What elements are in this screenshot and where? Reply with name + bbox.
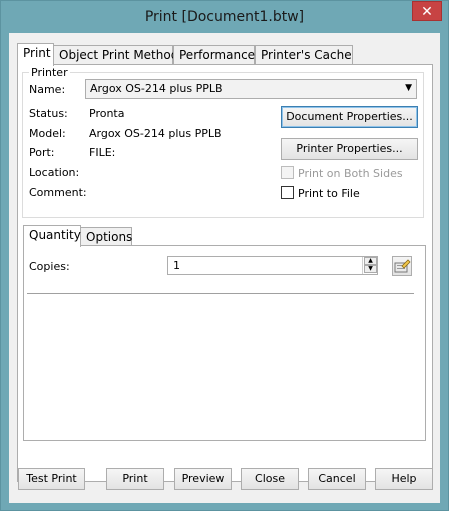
name-label: Name:: [29, 83, 66, 96]
print-both-sides-label: Print on Both Sides: [298, 167, 403, 180]
edit-icon: [394, 259, 411, 273]
status-value: Pronta: [89, 107, 125, 120]
print-button[interactable]: Print: [106, 468, 164, 490]
print-both-sides-checkbox[interactable]: [281, 166, 294, 179]
document-properties-button[interactable]: Document Properties...: [281, 106, 418, 128]
tab-quantity[interactable]: Quantity: [23, 225, 81, 247]
print-to-file-label: Print to File: [298, 187, 360, 200]
copies-input[interactable]: 1 ▲ ▼: [167, 256, 378, 275]
spin-down-icon[interactable]: ▼: [364, 265, 377, 273]
test-print-button[interactable]: Test Print: [18, 468, 85, 490]
printer-name-select[interactable]: Argox OS-214 plus PPLB ▼: [85, 79, 417, 99]
preview-button[interactable]: Preview: [174, 468, 232, 490]
tab-performance[interactable]: Performance: [173, 45, 255, 65]
tab-printers-cache[interactable]: Printer's Cache: [255, 45, 353, 65]
window-title: Print [Document1.btw]: [144, 9, 305, 25]
printer-group-label: Printer: [29, 66, 70, 79]
status-label: Status:: [29, 107, 68, 120]
copies-label: Copies:: [29, 260, 70, 273]
tab-options[interactable]: Options: [80, 227, 132, 246]
print-tab-panel: Printer Name: Argox OS-214 plus PPLB ▼ S…: [17, 64, 433, 482]
comment-label: Comment:: [29, 186, 87, 199]
model-label: Model:: [29, 127, 66, 140]
tab-object-print-method[interactable]: Object Print Method: [53, 45, 178, 65]
dialog-client-area: Print Object Print Method Performance Pr…: [9, 33, 440, 503]
model-value: Argox OS-214 plus PPLB: [89, 127, 222, 140]
copies-value: 1: [173, 259, 180, 272]
cancel-button[interactable]: Cancel: [308, 468, 366, 490]
location-label: Location:: [29, 166, 80, 179]
close-window-button[interactable]: ✕: [412, 1, 442, 21]
port-label: Port:: [29, 146, 55, 159]
spin-up-icon[interactable]: ▲: [364, 257, 377, 265]
copies-spinner[interactable]: ▲ ▼: [362, 257, 377, 274]
help-button[interactable]: Help: [375, 468, 433, 490]
close-button[interactable]: Close: [241, 468, 299, 490]
printer-name-value: Argox OS-214 plus PPLB: [90, 82, 223, 95]
printer-group: Printer Name: Argox OS-214 plus PPLB ▼ S…: [22, 66, 424, 218]
port-value: FILE:: [89, 146, 116, 159]
print-dialog-window: Print [Document1.btw] ✕ Print Object Pri…: [0, 0, 449, 511]
separator-line: [27, 293, 414, 294]
quantity-panel: Copies: 1 ▲ ▼: [23, 245, 426, 441]
variable-copies-button[interactable]: [392, 256, 412, 276]
chevron-down-icon: ▼: [405, 83, 412, 93]
printer-properties-button[interactable]: Printer Properties...: [281, 138, 418, 160]
print-to-file-checkbox[interactable]: [281, 186, 294, 199]
tab-print[interactable]: Print: [17, 43, 54, 66]
title-bar[interactable]: Print [Document1.btw] ✕: [1, 1, 448, 33]
